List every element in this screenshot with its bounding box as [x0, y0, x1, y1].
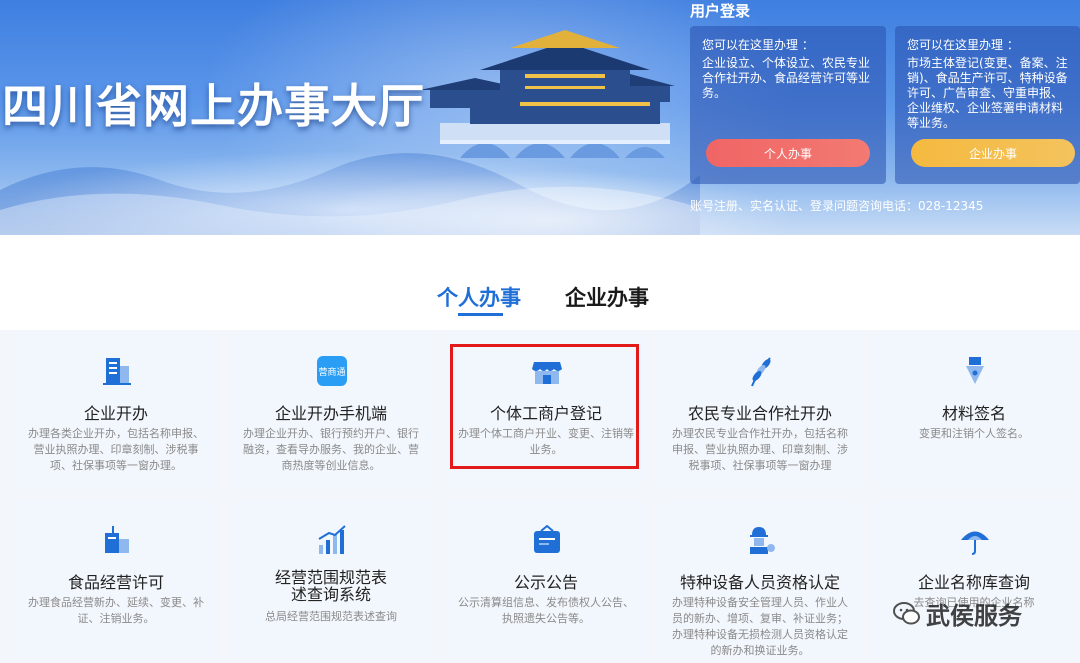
enterprise-login-panel: 您可以在这里办理 ： 市场主体登记(变更、备案、注销)、食品生产许可、特种设备许…	[895, 26, 1080, 184]
card-description: 公示清算组信息、发布债权人公告、执照遗失公告等。	[458, 596, 634, 625]
hero-banner: 四川省网上办事大厅 用户登录 您可以在这里办理 ： 企业设立、个体设立、农民专业…	[0, 0, 1080, 235]
card-title: 材料签名	[941, 404, 1006, 423]
enterprise-login-button[interactable]: 企业办事	[911, 139, 1075, 167]
card-description: 办理企业开办、银行预约开户、银行融资，查看导办服务、我的企业、营商热度等创业信息…	[243, 427, 419, 472]
personal-login-button[interactable]: 个人办事	[706, 139, 870, 167]
card-description: 办理各类企业开办，包括名称申报、营业执照办理、印章刻制、涉税事项、社保事项等一窗…	[28, 427, 204, 472]
card-title: 食品经营许可	[67, 573, 164, 592]
panel-intro: 您可以在这里办理 ：	[907, 38, 1019, 52]
shop-icon	[532, 362, 562, 384]
yingchuangtong-app-icon: 营商通	[317, 356, 347, 386]
service-card-individual-business[interactable]: 个体工商户登记 办理个体工商户开业、变更、注销等业务。	[446, 332, 646, 487]
card-title: 企业开办	[83, 404, 148, 423]
site-title: 四川省网上办事大厅	[2, 79, 425, 133]
card-title: 企业名称库查询	[917, 573, 1030, 592]
temple-bridge-illustration	[420, 30, 675, 158]
wechat-icon	[893, 601, 920, 624]
service-card-food-license[interactable]: 食品经营许可 办理食品经营新办、延续、变更、补证、注销业务。	[16, 501, 216, 656]
card-title: 农民专业合作社开办	[687, 404, 832, 423]
login-title: 用户登录	[690, 2, 751, 20]
tab-personal[interactable]: 个人办事	[437, 282, 521, 312]
wheat-icon	[751, 357, 771, 387]
service-card-public-notice[interactable]: 公示公告 公示清算组信息、发布债权人公告、执照遗失公告等。	[446, 501, 646, 656]
tab-enterprise[interactable]: 企业办事	[565, 282, 649, 312]
service-card-special-equipment-personnel[interactable]: 特种设备人员资格认定 办理特种设备安全管理人员、作业人员的新办、增项、复审、补证…	[660, 501, 860, 657]
service-card-enterprise-name-query[interactable]: 企业名称库查询 去查询已使用的企业名称	[874, 501, 1074, 656]
card-description: 办理个体工商户开业、变更、注销等业务。	[458, 427, 634, 456]
service-card-mobile-setup[interactable]: 营商通 企业开办手机端 办理企业开办、银行预约开户、银行融资，查看导办服务、我的…	[231, 332, 431, 487]
watermark: 武侯服务	[892, 596, 1022, 631]
card-description: 办理食品经营新办、延续、变更、补证、注销业务。	[28, 596, 204, 625]
tab-band	[0, 235, 1080, 330]
card-title: 特种设备人员资格认定	[679, 573, 840, 592]
notice-board-icon	[534, 524, 560, 553]
pen-nib-icon	[966, 357, 984, 384]
panel-intro: 您可以在这里办理 ：	[702, 38, 814, 52]
card-title: 个体工商户登记	[489, 404, 602, 423]
app-icon-label: 营商通	[318, 366, 345, 378]
card-description: 总局经营范围规范表述查询	[265, 610, 397, 623]
umbrella-icon	[961, 531, 989, 555]
personal-login-panel: 您可以在这里办理 ： 企业设立、个体设立、农民专业合作社开办、食品经营许可等业务…	[690, 26, 886, 184]
building-icon	[103, 358, 131, 385]
service-card-farmer-cooperative[interactable]: 农民专业合作社开办 办理农民专业合作社开办，包括名称申报、营业执照办理、印章刻制…	[660, 332, 860, 487]
card-title: 公示公告	[513, 573, 578, 592]
card-title: 企业开办手机端	[274, 404, 387, 423]
panel-description: 市场主体登记(变更、备案、注销)、食品生产许可、特种设备许可、广告审查、守重申报…	[907, 56, 1068, 130]
card-description: 办理特种设备安全管理人员、作业人员的新办、增项、复审、补证业务；办理特种设备无损…	[672, 596, 848, 657]
active-tab-indicator	[458, 313, 503, 316]
card-title: 经营范围规范表述查询系统	[274, 568, 387, 604]
watermark-text: 武侯服务	[926, 602, 1022, 630]
bar-chart-icon	[318, 525, 346, 554]
card-description: 办理农民专业合作社开办，包括名称申报、营业执照办理、印章刻制、涉税事项、社保事项…	[672, 427, 848, 472]
service-card-business-scope-query[interactable]: 经营范围规范表述查询系统 总局经营范围规范表述查询	[231, 501, 431, 656]
panel-description: 企业设立、个体设立、农民专业合作社开办、食品经营许可等业务。	[702, 56, 871, 100]
card-description: 变更和注销个人签名。	[919, 427, 1029, 440]
login-help-note: 账号注册、实名认证、登录问题咨询电话：028-12345	[690, 199, 984, 213]
worker-icon	[750, 527, 775, 554]
service-card-material-signature[interactable]: 材料签名 变更和注销个人签名。	[874, 332, 1074, 487]
food-cup-icon	[105, 526, 129, 553]
service-card-enterprise-setup[interactable]: 企业开办 办理各类企业开办，包括名称申报、营业执照办理、印章刻制、涉税事项、社保…	[16, 332, 216, 487]
